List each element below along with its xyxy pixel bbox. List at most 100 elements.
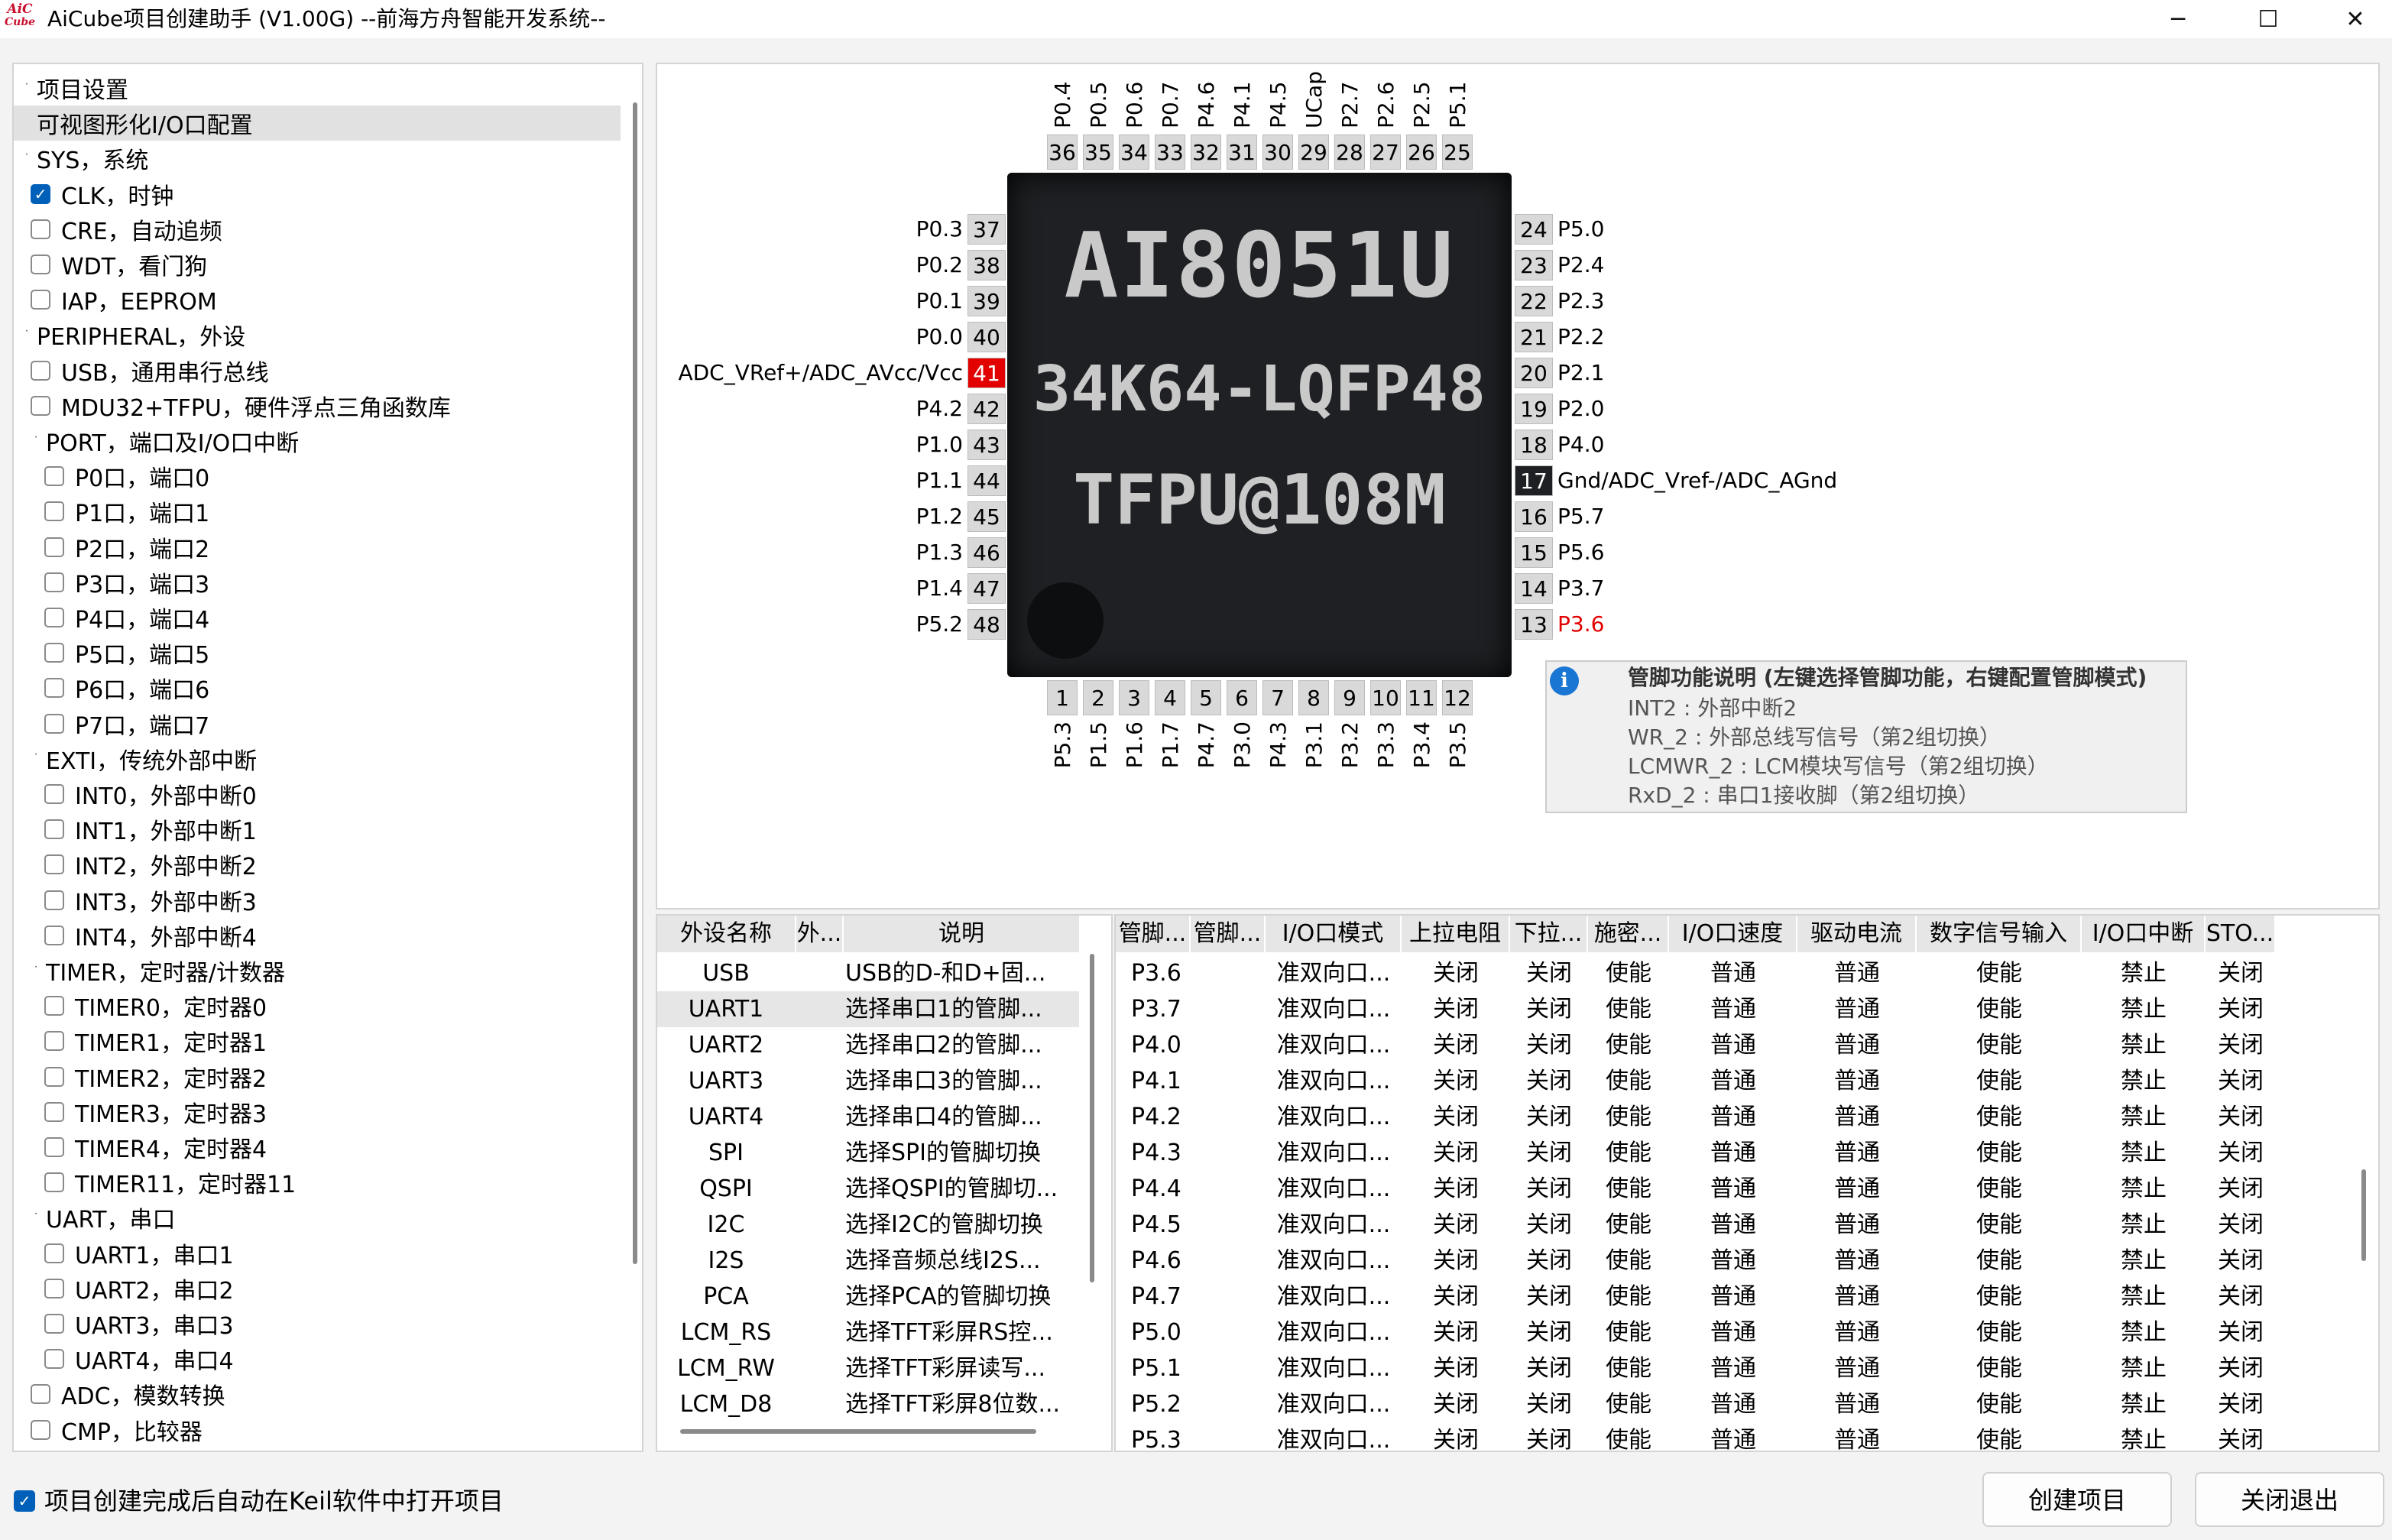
io-cell[interactable]: 使能 (1917, 955, 2082, 991)
peri-table-row[interactable]: UART2 选择串口2的管脚... (657, 1027, 1079, 1063)
io-cell[interactable]: 使能 (1588, 1099, 1669, 1135)
tree-item-checkbox[interactable] (44, 713, 64, 734)
io-cell[interactable]: 关闭 (1402, 955, 1510, 991)
io-cell[interactable]: 使能 (1588, 1279, 1669, 1315)
io-cell[interactable]: 禁止 (2082, 1243, 2206, 1279)
pin-label[interactable]: P2.3 (1557, 288, 1604, 314)
io-cell[interactable]: 使能 (1588, 1063, 1669, 1099)
pin-label[interactable]: P5.7 (1557, 504, 1604, 530)
io-cell[interactable]: 使能 (1588, 1207, 1669, 1243)
io-cell[interactable]: 关闭 (2206, 1171, 2276, 1207)
io-cell[interactable]: 关闭 (1402, 991, 1510, 1027)
tree-item[interactable]: P1口，端口1 (14, 494, 621, 529)
io-cell[interactable]: 使能 (1917, 1135, 2082, 1171)
peri-col-pin[interactable]: 外... (796, 916, 844, 952)
pin-number[interactable]: 25 (1442, 135, 1473, 170)
pin-label[interactable]: P1.1 (916, 468, 963, 494)
pin-number[interactable]: 44 (967, 465, 1006, 496)
pin-number[interactable]: 18 (1515, 430, 1553, 460)
io-cell[interactable]: 关闭 (1510, 1422, 1588, 1451)
io-cell[interactable]: 普通 (1669, 991, 1797, 1027)
pin-number[interactable]: 3 (1119, 680, 1149, 715)
io-cell[interactable]: 普通 (1669, 1063, 1797, 1099)
io-cell[interactable]: 关闭 (1402, 1243, 1510, 1279)
tree-item-checkbox[interactable] (44, 1172, 64, 1193)
pin-number[interactable]: 20 (1515, 358, 1553, 388)
io-table-row[interactable]: P4.6 准双向口... 关闭 关闭 使能 普通 普通 使能 禁止 关闭 (1116, 1243, 2276, 1279)
io-col-header[interactable]: STO... (2206, 916, 2276, 952)
pin-number[interactable]: 22 (1515, 286, 1553, 316)
pin-number[interactable]: 42 (967, 394, 1006, 424)
pin-label[interactable]: P2.7 (1337, 82, 1363, 128)
io-cell[interactable]: 普通 (1669, 1350, 1797, 1386)
io-cell[interactable]: 关闭 (1402, 1171, 1510, 1207)
io-col-header[interactable]: I/O口模式 (1266, 916, 1402, 952)
io-cell[interactable]: 使能 (1588, 991, 1669, 1027)
tree-item[interactable]: WDT，看门狗 (14, 247, 621, 282)
tree-item[interactable]: ˙ UART，串口 (14, 1200, 621, 1235)
pin-label[interactable]: P0.2 (916, 252, 963, 278)
tree-item-checkbox[interactable] (44, 925, 64, 945)
pin-number[interactable]: 6 (1227, 680, 1257, 715)
pin-label[interactable]: P4.6 (1194, 82, 1220, 128)
io-cell[interactable]: 关闭 (2206, 1279, 2276, 1315)
io-cell[interactable]: 关闭 (1402, 1027, 1510, 1063)
pin-number[interactable]: 26 (1406, 135, 1437, 170)
pin-number[interactable]: 13 (1515, 609, 1553, 640)
io-table-row[interactable]: P5.0 准双向口... 关闭 关闭 使能 普通 普通 使能 禁止 关闭 (1116, 1315, 2276, 1350)
tree-item-checkbox[interactable] (31, 255, 50, 274)
pin-number[interactable]: 45 (967, 501, 1006, 532)
io-col-header[interactable]: 下拉... (1510, 916, 1588, 952)
pin-label[interactable]: P1.0 (916, 432, 963, 458)
io-cell[interactable]: 禁止 (2082, 1350, 2206, 1386)
tree-item-checkbox[interactable] (44, 1031, 64, 1052)
pin-number[interactable]: 15 (1515, 537, 1553, 568)
tree-item[interactable]: INT4，外部中断4 (14, 918, 621, 953)
pin-number[interactable]: 46 (967, 537, 1006, 568)
io-table-row[interactable]: P4.4 准双向口... 关闭 关闭 使能 普通 普通 使能 禁止 关闭 (1116, 1171, 2276, 1207)
tree-item[interactable]: P0口，端口0 (14, 459, 621, 494)
io-cell[interactable]: 使能 (1917, 1063, 2082, 1099)
pin-label[interactable]: Gnd/ADC_Vref-/ADC_AGnd (1557, 468, 1837, 494)
io-cell[interactable]: 关闭 (1510, 1350, 1588, 1386)
tree-item-checkbox[interactable] (44, 1243, 64, 1263)
pin-number[interactable]: 1 (1047, 680, 1078, 715)
pin-number[interactable]: 2 (1083, 680, 1113, 715)
io-cell[interactable]: 普通 (1797, 1063, 1917, 1099)
io-table-row[interactable]: P5.3 准双向口... 关闭 关闭 使能 普通 普通 使能 禁止 关闭 (1116, 1422, 2276, 1451)
peri-table-row[interactable]: I2C 选择I2C的管脚切换 (657, 1207, 1079, 1243)
tree-item-checkbox[interactable] (44, 1314, 64, 1334)
io-table-row[interactable]: P4.0 准双向口... 关闭 关闭 使能 普通 普通 使能 禁止 关闭 (1116, 1027, 2276, 1063)
tree-item[interactable]: ˙ PERIPHERAL，外设 (14, 317, 621, 352)
peri-table-row[interactable]: LCM_RW 选择TFT彩屏读写... (657, 1350, 1079, 1386)
tree-item[interactable]: IAP，EEPROM (14, 282, 621, 317)
tree-item-checkbox[interactable] (31, 1384, 50, 1405)
pin-label[interactable]: P3.1 (1301, 721, 1327, 768)
peri-table-row[interactable]: UART4 选择串口4的管脚... (657, 1099, 1079, 1135)
tree-item-checkbox[interactable] (44, 1066, 64, 1087)
io-cell[interactable]: 普通 (1669, 1315, 1797, 1350)
tree-item-checkbox[interactable]: ✓ (31, 183, 50, 204)
pin-number[interactable]: 33 (1155, 135, 1185, 170)
io-table-row[interactable]: P5.2 准双向口... 关闭 关闭 使能 普通 普通 使能 禁止 关闭 (1116, 1386, 2276, 1422)
tree-item-checkbox[interactable] (44, 784, 64, 804)
tree-item[interactable]: INT1，外部中断1 (14, 812, 621, 847)
io-cell[interactable]: 关闭 (1510, 1171, 1588, 1207)
io-cell[interactable]: 准双向口... (1266, 955, 1402, 991)
pin-number[interactable]: 34 (1119, 135, 1149, 170)
expand-icon[interactable]: ˙ (31, 964, 41, 978)
io-cell[interactable]: 使能 (1588, 1422, 1669, 1451)
io-cell[interactable]: 关闭 (1402, 1386, 1510, 1422)
tree-item[interactable]: TIMER11，定时器11 (14, 1165, 621, 1200)
io-cell[interactable]: 禁止 (2082, 1422, 2206, 1451)
io-cell[interactable]: 关闭 (1402, 1135, 1510, 1171)
io-cell[interactable]: 普通 (1797, 1422, 1917, 1451)
peri-table-row[interactable]: USB USB的D-和D+固... (657, 955, 1079, 991)
tree-item-checkbox[interactable] (31, 290, 50, 310)
tree-item[interactable]: USB，通用串行总线 (14, 353, 621, 388)
pin-number[interactable]: 9 (1334, 680, 1365, 715)
io-cell[interactable]: 普通 (1669, 1243, 1797, 1279)
tree-item-checkbox[interactable] (44, 854, 64, 875)
io-col-header[interactable]: 施密... (1588, 916, 1669, 952)
io-cell[interactable]: 普通 (1669, 955, 1797, 991)
